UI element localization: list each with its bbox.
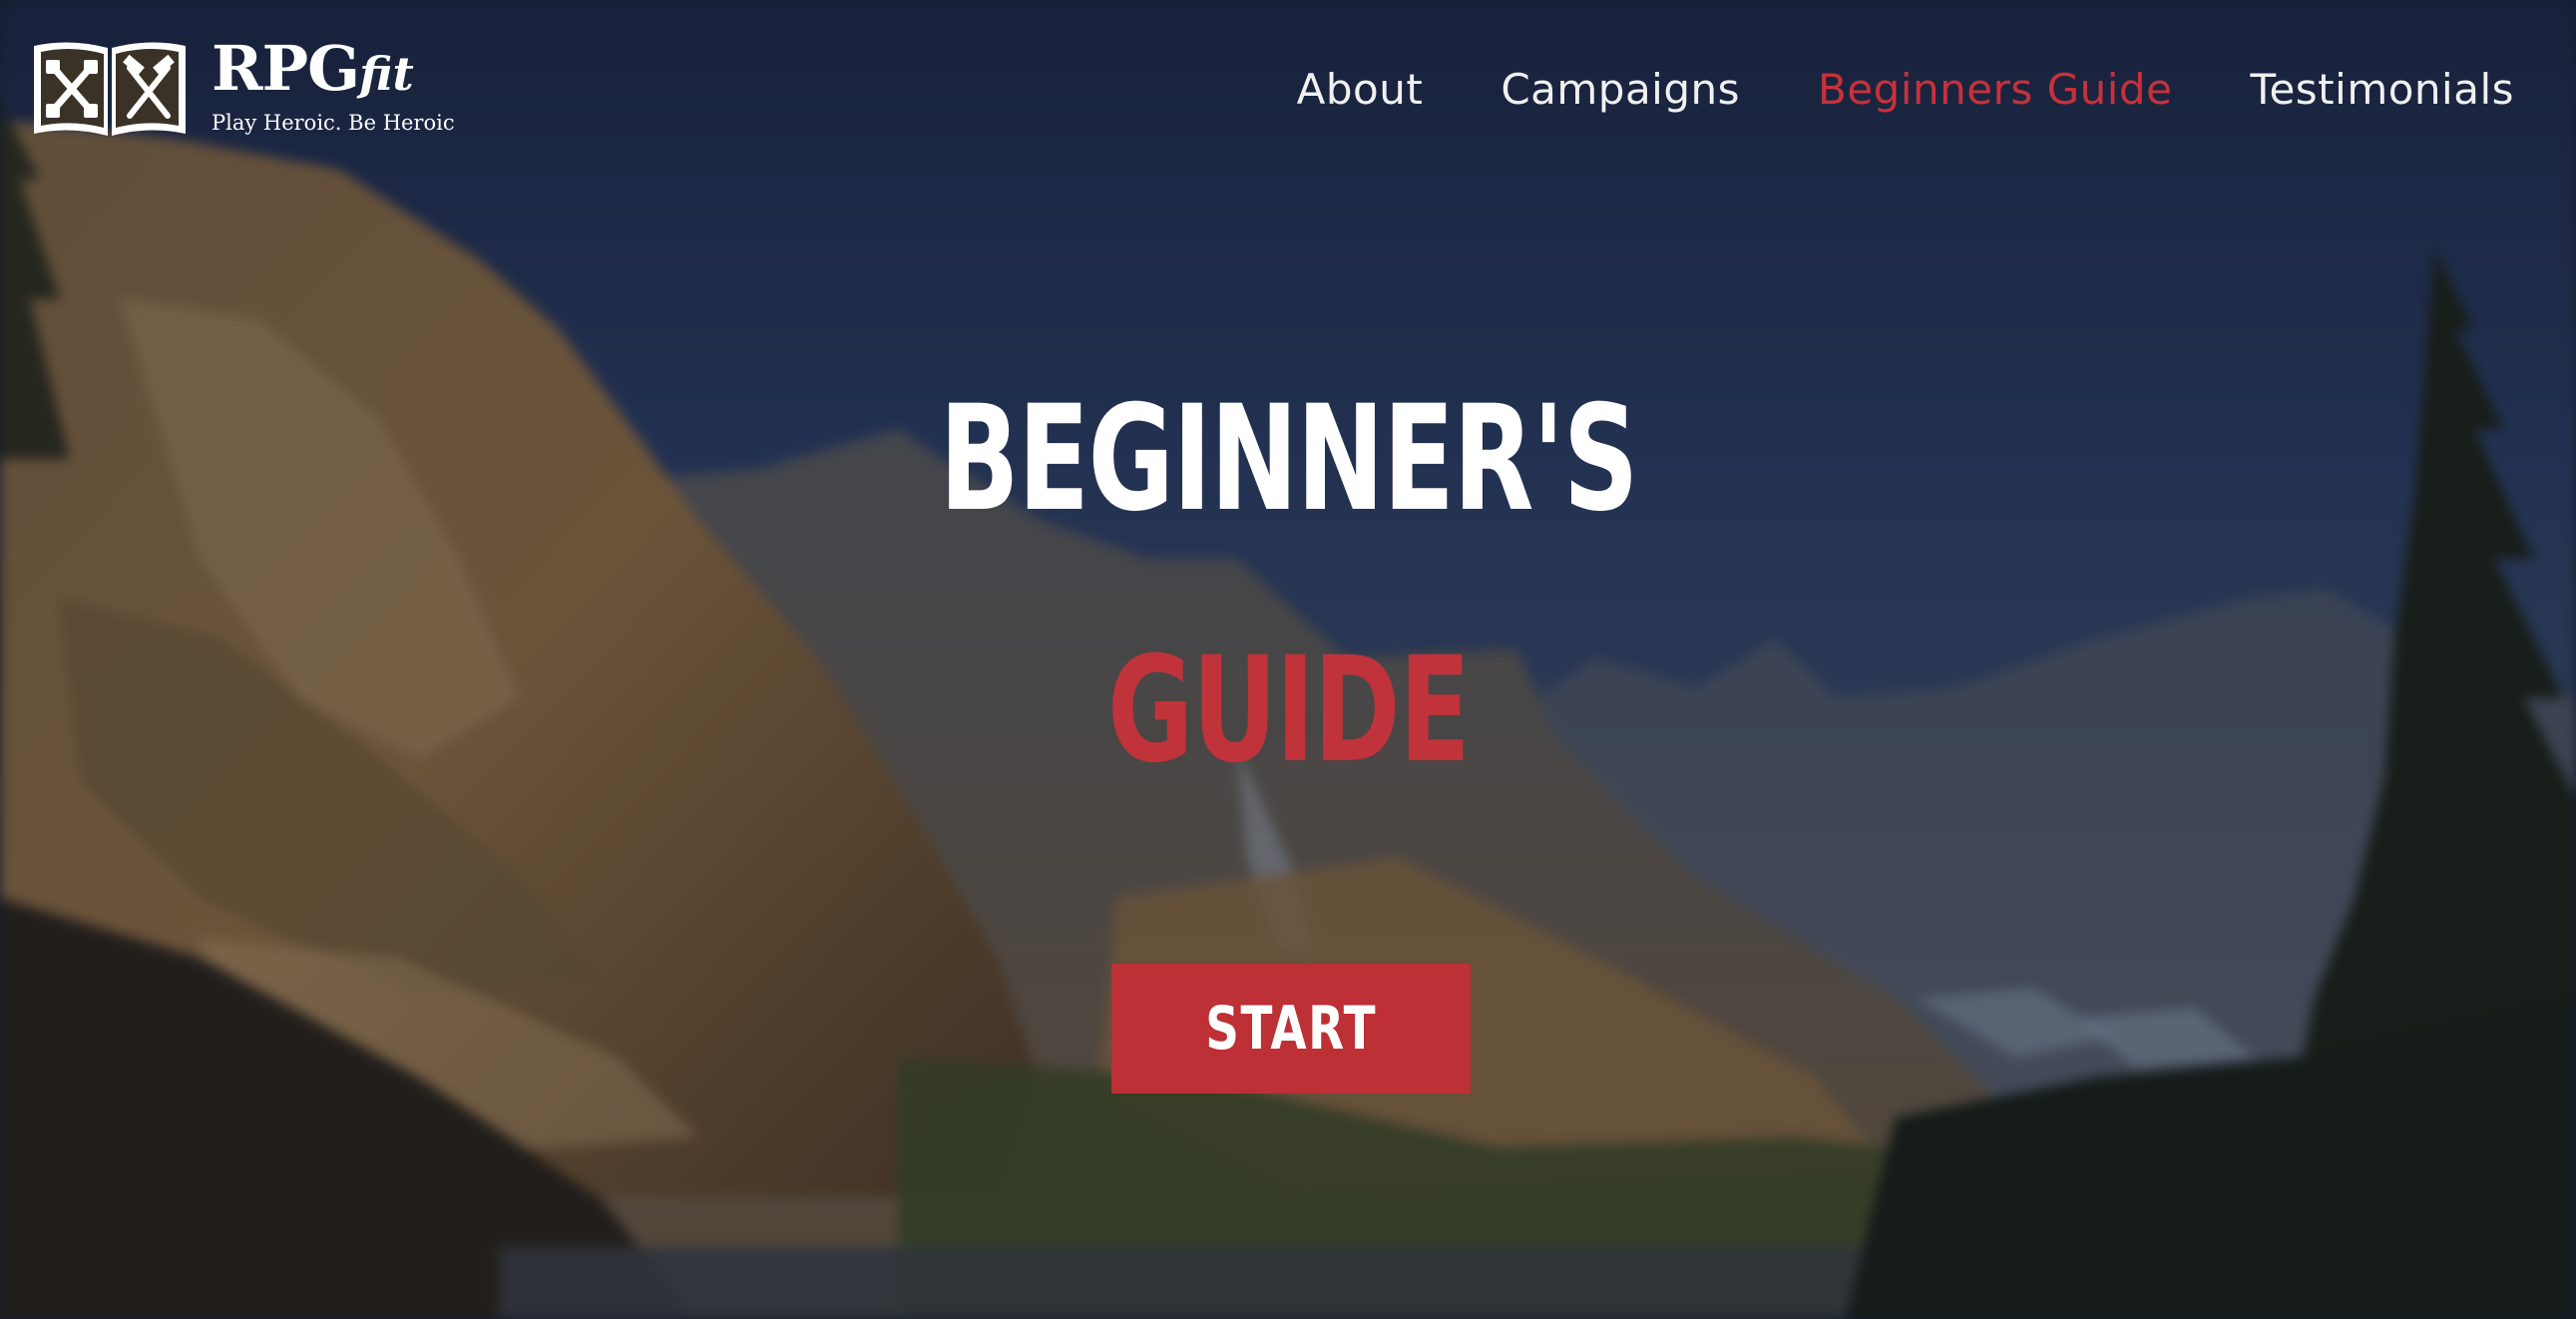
hero-title-line1: BEGINNER'S: [939, 374, 1639, 544]
hero-section: RPGfit Play Heroic. Be Heroic About Camp…: [0, 0, 2576, 1319]
brand-name-suffix: fit: [359, 47, 414, 101]
start-button[interactable]: START: [1111, 964, 1471, 1094]
nav-link-about[interactable]: About: [1297, 62, 1424, 118]
start-button-label: START: [1205, 994, 1377, 1064]
nav-link-campaigns[interactable]: Campaigns: [1501, 62, 1740, 118]
nav-link-beginners-guide[interactable]: Beginners Guide: [1818, 62, 2172, 118]
main-nav: About Campaigns Beginners Guide Testimon…: [1297, 62, 2514, 118]
nav-link-testimonials[interactable]: Testimonials: [2250, 62, 2514, 118]
hero-title-line2: GUIDE: [1106, 626, 1471, 795]
brand-name-main: RPG: [212, 32, 360, 105]
brand-logo[interactable]: RPGfit Play Heroic. Be Heroic: [30, 32, 469, 147]
brand-name: RPGfit: [212, 34, 414, 109]
open-book-dumbbell-icon: [30, 32, 190, 144]
brand-tagline: Play Heroic. Be Heroic: [212, 111, 455, 135]
